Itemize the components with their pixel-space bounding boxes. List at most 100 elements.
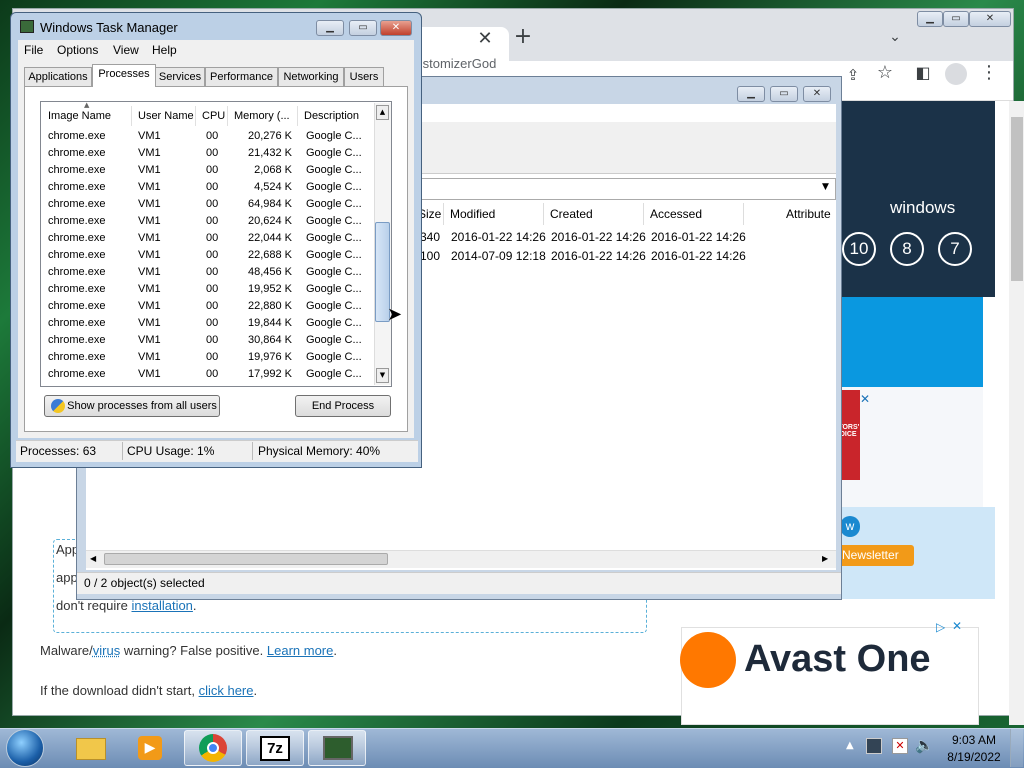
menu-file[interactable]: File [24,43,43,57]
process-row[interactable]: chrome.exe VM1 00 19,952 K Google C... [42,283,372,300]
file-row-2-created[interactable]: 2016-01-22 14:26 [551,249,646,263]
process-row[interactable]: chrome.exe VM1 00 20,624 K Google C... [42,215,372,232]
version-circle-7[interactable]: 7 [938,232,972,266]
tm-close-button[interactable]: ✕ [380,20,412,36]
click-here-link[interactable]: click here [199,683,254,698]
process-row[interactable]: chrome.exe VM1 00 19,844 K Google C... [42,317,372,334]
view-pill[interactable]: w [840,516,860,537]
hscroll-right-icon[interactable]: ▶ [822,554,828,563]
tab-search-chevron-icon[interactable]: ⌄ [885,27,905,47]
clock-date[interactable]: 8/19/2022 [944,750,1004,764]
col-created[interactable]: Created [544,203,644,225]
col-attribute[interactable]: Attribute [780,203,836,225]
file-row-1-accessed[interactable]: 2016-01-22 14:26 [651,230,746,244]
taskbar-chrome-button[interactable] [184,730,242,766]
version-circle-8[interactable]: 8 [890,232,924,266]
explorer-minimize-button[interactable]: ▁ [737,86,765,102]
col-memory[interactable]: Memory (... [228,106,298,126]
file-row-1-size[interactable]: 340 [420,230,440,244]
chrome-maximize-button[interactable]: ▭ [943,11,969,27]
process-row[interactable]: chrome.exe VM1 00 48,456 K Google C... [42,266,372,283]
menu-options[interactable]: Options [57,43,98,57]
adchoices-icon[interactable]: ▷ [936,620,945,634]
tab-services[interactable]: Services [155,67,205,86]
scroll-up-icon[interactable]: ▲ [376,105,389,120]
learn-more-link[interactable]: Learn more [267,643,333,658]
process-row[interactable]: chrome.exe VM1 00 22,044 K Google C... [42,232,372,249]
taskbar-media-button[interactable]: ▶ [122,730,180,766]
version-circle-10[interactable]: 10 [842,232,876,266]
process-row[interactable]: chrome.exe VM1 00 21,432 K Google C... [42,147,372,164]
avast-ad-close-icon[interactable]: ✕ [952,619,962,633]
hscroll-left-icon[interactable]: ◀ [90,554,96,563]
col-user-name[interactable]: User Name [132,106,196,126]
tm-minimize-button[interactable]: ▁ [316,20,344,36]
col-modified[interactable]: Modified [444,203,544,225]
tm-maximize-button[interactable]: ▭ [349,20,377,36]
chrome-close-button[interactable]: ✕ [969,11,1011,27]
menu-view[interactable]: View [113,43,139,57]
process-row[interactable]: chrome.exe VM1 00 19,976 K Google C... [42,351,372,368]
process-row[interactable]: chrome.exe VM1 00 17,992 K Google C... [42,368,372,385]
network-icon[interactable] [866,738,882,754]
taskbar-explorer-button[interactable] [62,730,120,766]
avast-ad-text[interactable]: Avast One [744,638,931,681]
chrome-minimize-button[interactable]: ▁ [917,11,943,27]
explorer-close-button[interactable]: ✕ [803,86,831,102]
task-manager-title-icon [20,20,34,33]
tab-applications[interactable]: Applications [24,67,92,86]
tab-networking[interactable]: Networking [278,67,344,86]
tab-processes[interactable]: Processes [92,64,156,87]
ad-close-icon[interactable]: ✕ [860,392,870,406]
tab-users[interactable]: Users [344,67,384,86]
col-accessed[interactable]: Accessed [644,203,744,225]
action-center-icon[interactable]: ✕ [892,738,908,754]
chrome-menu-icon[interactable]: ⋮ [979,63,999,83]
show-hidden-icons-icon[interactable]: ▲ [846,740,854,751]
process-mem: 20,624 K [247,215,292,227]
hscroll-thumb[interactable] [104,553,388,565]
clock-time[interactable]: 9:03 AM [944,733,1004,747]
process-row[interactable]: chrome.exe VM1 00 4,524 K Google C... [42,181,372,198]
col-cpu[interactable]: CPU [196,106,228,126]
profile-avatar[interactable] [945,63,967,85]
process-row[interactable]: chrome.exe VM1 00 20,276 K Google C... [42,130,372,147]
process-user: VM1 [138,334,161,346]
installation-link[interactable]: installation [131,598,192,613]
virus-link[interactable]: virus [93,643,120,658]
process-row[interactable]: chrome.exe VM1 00 22,688 K Google C... [42,249,372,266]
tab-close-icon[interactable]: ✕ [475,29,495,49]
page-scrollbar-thumb[interactable] [1011,117,1023,281]
newsletter-button[interactable]: Newsletter [840,545,914,566]
side-panel-icon[interactable]: ◧ [913,63,933,83]
file-row-2-modified[interactable]: 2014-07-09 12:18 [451,249,546,263]
start-button[interactable] [6,729,44,767]
new-tab-icon[interactable]: + [513,26,533,48]
site-windows-label[interactable]: windows [890,198,955,218]
explorer-path-combo[interactable] [420,178,836,200]
explorer-maximize-button[interactable]: ▭ [770,86,798,102]
file-row-2-accessed[interactable]: 2016-01-22 14:26 [651,249,746,263]
file-row-1-modified[interactable]: 2016-01-22 14:26 [451,230,546,244]
process-row[interactable]: chrome.exe VM1 00 30,864 K Google C... [42,334,372,351]
share-icon[interactable]: ⇪ [843,65,863,85]
process-row[interactable]: chrome.exe VM1 00 64,984 K Google C... [42,198,372,215]
end-process-button[interactable]: End Process [295,395,391,417]
taskbar-7zip-button[interactable]: 7z [246,730,304,766]
col-image-name[interactable]: Image Name [42,106,132,126]
volume-icon[interactable]: 🔈 [915,736,934,754]
path-dropdown-icon[interactable]: ▼ [822,182,829,192]
tab-performance[interactable]: Performance [205,67,278,86]
process-name: chrome.exe [48,164,106,176]
scroll-down-icon[interactable]: ▼ [376,368,389,383]
col-description[interactable]: Description [298,106,372,126]
file-row-1-created[interactable]: 2016-01-22 14:26 [551,230,646,244]
show-desktop-button[interactable] [1010,729,1023,767]
menu-help[interactable]: Help [152,43,177,57]
bookmark-star-icon[interactable]: ☆ [875,63,895,83]
file-row-2-size[interactable]: 100 [420,249,440,263]
process-row[interactable]: chrome.exe VM1 00 2,068 K Google C... [42,164,372,181]
process-row[interactable]: chrome.exe VM1 00 22,880 K Google C... [42,300,372,317]
taskbar-taskmanager-button[interactable] [308,730,366,766]
show-all-processes-button[interactable]: Show processes from all users [44,395,220,417]
